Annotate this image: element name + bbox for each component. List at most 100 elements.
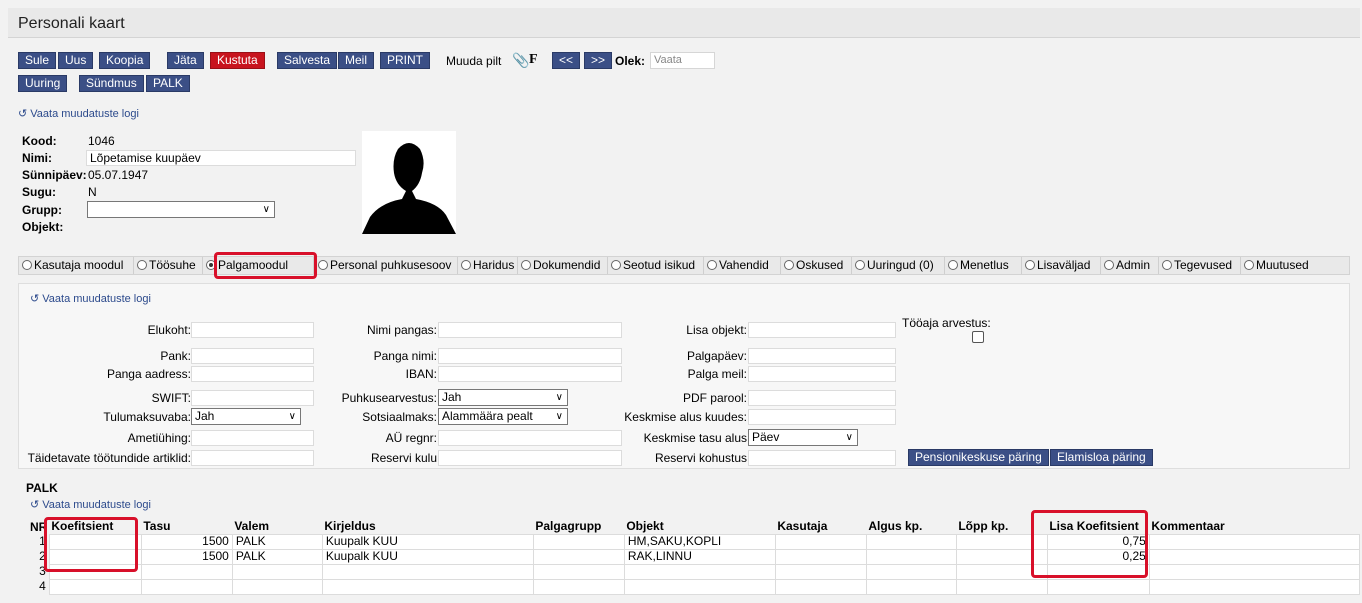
pank-field[interactable] <box>191 348 314 364</box>
palk-button[interactable]: PALK <box>146 75 190 92</box>
grupp-select[interactable]: ∨ <box>87 201 275 218</box>
tab-toosuhe[interactable]: Töösuhe <box>134 257 203 274</box>
tab-kasutaja-moodul[interactable]: Kasutaja moodul <box>19 257 134 274</box>
keskmise-tasu-select[interactable]: Päev ∨ <box>748 429 858 446</box>
cell-objekt[interactable]: RAK,LINNU <box>623 548 776 565</box>
prev-button[interactable]: << <box>552 52 581 69</box>
tab-muutused[interactable]: Muutused <box>1241 257 1321 274</box>
cell-palgagrupp[interactable] <box>532 563 625 580</box>
paperclip-icon[interactable]: 📎 <box>512 52 529 69</box>
cell-objekt[interactable] <box>623 563 776 580</box>
table-row[interactable]: 2 1500 PALK Kuupalk KUU RAK,LINNU 0,25 <box>28 548 1360 565</box>
au-regnr-field[interactable] <box>438 430 622 446</box>
sule-button[interactable]: Sule <box>18 52 57 69</box>
table-row[interactable]: 4 <box>28 578 1360 595</box>
tab-personal-puhkusesoov[interactable]: Personal puhkusesoov <box>315 257 458 274</box>
elukoht-field[interactable] <box>191 322 314 338</box>
reservi-kohustus-field[interactable] <box>748 450 896 466</box>
cell-valem[interactable]: PALK <box>231 533 323 550</box>
koopia-button[interactable]: Koopia <box>99 52 151 69</box>
tab-vahendid[interactable]: Vahendid <box>704 257 781 274</box>
cell-kommentaar[interactable] <box>1148 563 1360 580</box>
tab-dokumendid[interactable]: Dokumendid <box>518 257 608 274</box>
lisa-objekt-field[interactable] <box>748 322 896 338</box>
cell-tasu[interactable]: 1500 <box>140 548 233 565</box>
reservi-kulu-field[interactable] <box>438 450 622 466</box>
tulumaksuvaba-select[interactable]: Jah ∨ <box>191 408 301 425</box>
iban-field[interactable] <box>438 366 622 382</box>
pensionikeskuse-button[interactable]: Pensionikeskuse päring <box>908 449 1049 466</box>
panga-aadress-field[interactable] <box>191 366 314 382</box>
cell-kasutaja[interactable] <box>774 548 867 565</box>
palga-meil-field[interactable] <box>748 366 896 382</box>
cell-kirjeldus[interactable]: Kuupalk KUU <box>321 533 534 550</box>
tab-tegevused[interactable]: Tegevused <box>1159 257 1241 274</box>
cell-valem[interactable] <box>231 563 323 580</box>
tab-haridus[interactable]: Haridus <box>458 257 518 274</box>
log-link[interactable]: ↺ Vaata muudatuste logi <box>18 107 139 120</box>
f-button[interactable]: F <box>529 52 538 68</box>
tab-admin[interactable]: Admin <box>1101 257 1159 274</box>
table-row[interactable]: 1 1500 PALK Kuupalk KUU HM,SAKU,KOPLI 0,… <box>28 533 1360 550</box>
kustuta-button[interactable]: Kustuta <box>210 52 265 69</box>
cell-kirjeldus[interactable] <box>321 563 534 580</box>
cell-valem[interactable] <box>231 578 323 595</box>
panga-nimi-label: Panga nimi: <box>373 349 437 363</box>
cell-algus[interactable] <box>865 563 957 580</box>
cell-palgagrupp[interactable] <box>532 533 625 550</box>
print-button[interactable]: PRINT <box>380 52 430 69</box>
cell-objekt[interactable] <box>623 578 776 595</box>
cell-kommentaar[interactable] <box>1148 578 1360 595</box>
taidetavate-field[interactable] <box>191 450 314 466</box>
cell-tasu[interactable]: 1500 <box>140 533 233 550</box>
sotsiaalmaks-select[interactable]: Alammäära pealt ∨ <box>438 408 568 425</box>
tab-menetlus[interactable]: Menetlus <box>945 257 1022 274</box>
cell-kirjeldus[interactable]: Kuupalk KUU <box>321 548 534 565</box>
cell-koefitsient[interactable] <box>48 578 142 595</box>
panel-log-link[interactable]: ↺ Vaata muudatuste logi <box>30 292 151 305</box>
nimi-pangas-field[interactable] <box>438 322 622 338</box>
cell-lopp[interactable] <box>955 578 1048 595</box>
cell-kasutaja[interactable] <box>774 533 867 550</box>
cell-lisa-koefitsient[interactable] <box>1046 578 1150 595</box>
cell-palgagrupp[interactable] <box>532 578 625 595</box>
puhkusearvestus-select[interactable]: Jah ∨ <box>438 389 568 406</box>
uuring-button[interactable]: Uuring <box>18 75 68 92</box>
cell-kommentaar[interactable] <box>1148 533 1360 550</box>
tab-seotud-isikud[interactable]: Seotud isikud <box>608 257 704 274</box>
swift-field[interactable] <box>191 390 314 406</box>
cell-valem[interactable]: PALK <box>231 548 323 565</box>
keskmise-alus-field[interactable] <box>748 409 896 425</box>
sundmus-button[interactable]: Sündmus <box>79 75 144 92</box>
pdf-parool-field[interactable] <box>748 390 896 406</box>
olek-field[interactable]: Vaata <box>650 52 715 69</box>
tab-lisavaljad[interactable]: Lisaväljad <box>1022 257 1101 274</box>
palk-log-link[interactable]: ↺ Vaata muudatuste logi <box>30 498 151 511</box>
elamisloa-button[interactable]: Elamisloa päring <box>1050 449 1153 466</box>
ametiuhing-field[interactable] <box>191 430 314 446</box>
cell-objekt[interactable]: HM,SAKU,KOPLI <box>623 533 776 550</box>
cell-tasu[interactable] <box>140 563 233 580</box>
cell-kasutaja[interactable] <box>774 578 867 595</box>
uus-button[interactable]: Uus <box>58 52 94 69</box>
jata-button[interactable]: Jäta <box>167 52 204 69</box>
cell-kasutaja[interactable] <box>774 563 867 580</box>
tooaja-arvestus-checkbox[interactable] <box>972 331 984 343</box>
muuda-pilt-button[interactable]: Muuda pilt <box>446 54 501 68</box>
cell-algus[interactable] <box>865 533 957 550</box>
salvesta-button[interactable]: Salvesta <box>277 52 338 69</box>
tab-oskused[interactable]: Oskused <box>781 257 852 274</box>
tab-uuringud[interactable]: Uuringud (0) <box>852 257 945 274</box>
cell-kommentaar[interactable] <box>1148 548 1360 565</box>
cell-palgagrupp[interactable] <box>532 548 625 565</box>
panga-nimi-field[interactable] <box>438 348 622 364</box>
next-button[interactable]: >> <box>584 52 613 69</box>
nimi-field[interactable]: Lõpetamise kuupäev <box>86 150 356 166</box>
meil-button[interactable]: Meil <box>338 52 375 69</box>
cell-algus[interactable] <box>865 578 957 595</box>
cell-tasu[interactable] <box>140 578 233 595</box>
cell-algus[interactable] <box>865 548 957 565</box>
palgapaev-field[interactable] <box>748 348 896 364</box>
table-row[interactable]: 3 <box>28 563 1360 580</box>
cell-kirjeldus[interactable] <box>321 578 534 595</box>
